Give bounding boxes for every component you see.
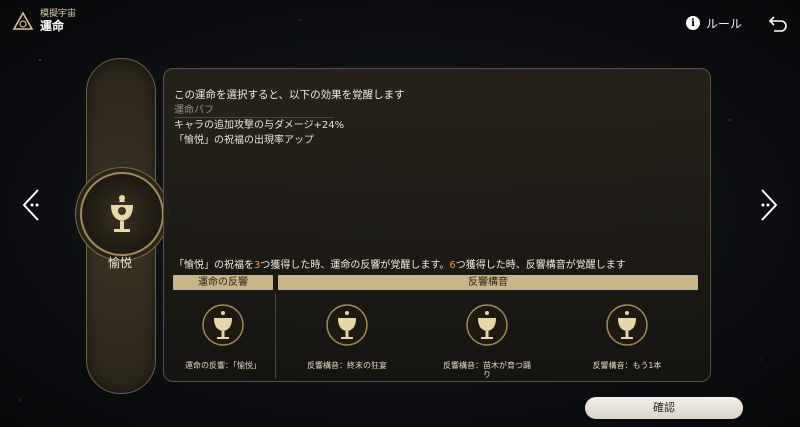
back-icon[interactable] [768, 14, 788, 32]
simulated-universe-logo-icon [12, 10, 34, 30]
chalice-icon [202, 304, 244, 346]
path-resonance-header: 運命の反響 [173, 275, 273, 290]
resonance-condition-text: 「愉悦」の祝福を3つ獲得した時、運命の反響が覚醒します。6つ獲得した時、反響構音… [174, 260, 626, 271]
rules-button[interactable]: i ルール [685, 15, 742, 32]
chalice-icon [326, 304, 368, 346]
page-title: 運命 [40, 18, 65, 33]
resonance-slot[interactable]: 運命の反響：「愉悦」 [178, 303, 268, 370]
slot-label: 運命の反響：「愉悦」 [185, 361, 261, 370]
previous-path-arrow-icon[interactable] [18, 188, 46, 222]
header-breadcrumb: 模擬宇宙 運命 [12, 9, 76, 33]
chalice-icon [606, 304, 648, 346]
next-path-arrow-icon[interactable] [754, 188, 782, 222]
resonance-slot[interactable]: 反響構音：終末の狂宴 [302, 303, 392, 370]
chalice-icon [466, 304, 508, 346]
buff-line-1: キャラの追加攻撃の与ダメージ+24% [174, 120, 345, 131]
resonance-formation-header: 反響構音 [278, 275, 698, 290]
slot-label: 反響構音：終末の狂宴 [307, 361, 387, 370]
effect-heading: この運命を選択すると、以下の効果を覚醒します [174, 89, 405, 101]
slot-label: 反響構音：もう1本 [592, 361, 662, 370]
elation-chalice-icon [111, 195, 133, 232]
path-emblem[interactable] [80, 172, 164, 256]
buff-line-2: 「愉悦」の祝福の出現率アップ [174, 135, 314, 146]
rules-label: ルール [705, 16, 742, 31]
resonance-slot[interactable]: 反響構音：苗木が育つ踊り [442, 303, 532, 379]
resonance-slot[interactable]: 反響構音：もう1本 [582, 303, 672, 370]
info-icon: i [685, 16, 700, 30]
column-divider [275, 293, 276, 379]
selected-path-name: 愉悦 [107, 256, 132, 270]
slot-label: 反響構音：苗木が育つ踊り [443, 361, 531, 380]
path-effect-panel: この運命を選択すると、以下の効果を覚醒します 運命バフ キャラの追加攻撃の与ダメ… [163, 68, 711, 382]
confirm-button[interactable]: 確認 [585, 397, 743, 419]
